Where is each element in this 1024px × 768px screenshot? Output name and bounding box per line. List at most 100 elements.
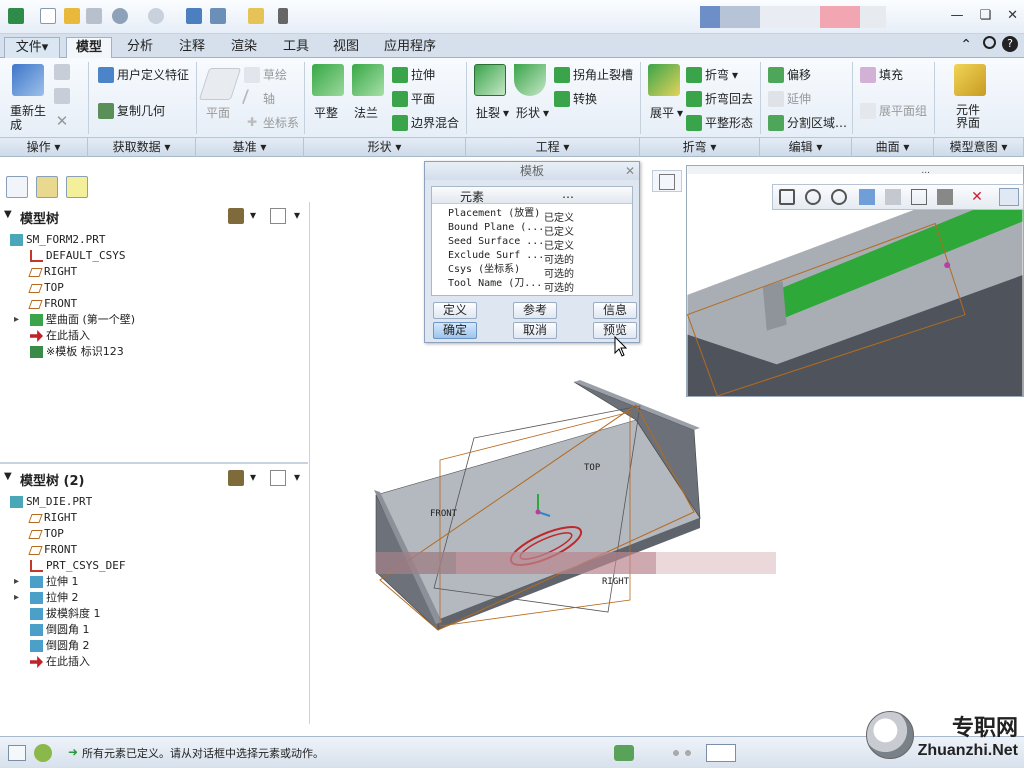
tree-item[interactable]: RIGHT bbox=[28, 264, 77, 280]
ok-button[interactable]: 确定 bbox=[433, 322, 477, 339]
tree-columns-dropdown[interactable]: ▾ bbox=[294, 470, 300, 484]
tree-columns-icon[interactable] bbox=[270, 208, 286, 224]
collapse-arrow-icon[interactable]: ▼ bbox=[4, 209, 12, 220]
tree-columns-dropdown[interactable]: ▾ bbox=[294, 208, 300, 222]
tree-item[interactable]: TOP bbox=[28, 526, 64, 542]
split-area-button[interactable]: 分割区域… bbox=[768, 114, 847, 131]
form-button[interactable]: 形状 ▾ bbox=[516, 104, 549, 121]
tree-item[interactable]: 拔模斜度 1 bbox=[30, 606, 101, 622]
undo-icon[interactable] bbox=[112, 8, 128, 24]
extend-button[interactable]: 延伸 bbox=[768, 90, 811, 107]
tab-file[interactable]: 文件▾ bbox=[4, 37, 60, 58]
tree-item[interactable]: 倒圆角 1 bbox=[30, 622, 90, 638]
tree-item[interactable]: FRONT bbox=[28, 542, 77, 558]
offset-button[interactable]: 偏移 bbox=[768, 66, 811, 83]
minimize-button[interactable]: — bbox=[950, 8, 963, 23]
tab-model[interactable]: 模型 bbox=[66, 37, 112, 58]
unbend-button[interactable]: 展平 ▾ bbox=[650, 104, 683, 121]
component-interface-icon[interactable] bbox=[954, 64, 986, 96]
tree-item[interactable]: ▸ 拉伸 1 bbox=[14, 574, 79, 590]
flat-wall-icon[interactable] bbox=[312, 64, 344, 96]
preview-window-menu[interactable]: ... bbox=[921, 166, 930, 176]
element-row[interactable]: Csys (坐标系) 可选的 bbox=[448, 263, 574, 280]
tab-analysis[interactable]: 分析 bbox=[118, 37, 162, 58]
flatten-quilt-button[interactable]: 展平面组 bbox=[860, 102, 927, 119]
bend-button[interactable]: 折弯 ▾ bbox=[686, 66, 738, 83]
tab-render[interactable]: 渲染 bbox=[222, 37, 266, 58]
user-defined-feature-button[interactable]: 用户定义特征 bbox=[98, 66, 189, 83]
element-row[interactable]: Exclude Surf ...可选的 bbox=[448, 249, 574, 266]
copy-icon[interactable] bbox=[54, 64, 70, 80]
flange-button[interactable]: 法兰 bbox=[354, 104, 378, 121]
plane-button[interactable]: 平面 bbox=[206, 104, 230, 121]
flat-button[interactable]: 平整 bbox=[314, 104, 338, 121]
regenerate-button[interactable]: 重新生成 bbox=[10, 104, 46, 132]
datum-display-icon[interactable]: ✕ bbox=[969, 189, 985, 205]
tree-item[interactable]: ▸ 壁曲面 (第一个壁) bbox=[14, 312, 135, 328]
group-model-intent[interactable]: 模型意图 ▾ bbox=[934, 138, 1024, 157]
redo-icon[interactable] bbox=[148, 8, 164, 24]
tree-item[interactable]: SM_FORM2.PRT bbox=[10, 232, 105, 248]
zoom-out-icon[interactable] bbox=[831, 189, 847, 205]
group-datum[interactable]: 基准 ▾ bbox=[196, 138, 304, 157]
tree-item[interactable]: 倒圆角 2 bbox=[30, 638, 90, 654]
group-surfaces[interactable]: 曲面 ▾ bbox=[852, 138, 934, 157]
bend-back-button[interactable]: 折弯回去 bbox=[686, 90, 753, 107]
fill-button[interactable]: 填充 bbox=[860, 66, 903, 83]
cancel-button[interactable]: 取消 bbox=[513, 322, 557, 339]
component-interface-button[interactable]: 元件 界面 bbox=[956, 104, 980, 130]
plane-icon[interactable] bbox=[198, 68, 242, 100]
named-view-icon[interactable] bbox=[659, 174, 675, 190]
rip-icon[interactable] bbox=[474, 64, 506, 96]
tree-item[interactable]: PRT_CSYS_DEF bbox=[30, 558, 125, 574]
sketch-button[interactable]: 草绘 bbox=[244, 66, 287, 83]
copy-geometry-button[interactable]: 复制几何 bbox=[98, 102, 165, 119]
tree-item[interactable]: DEFAULT_CSYS bbox=[30, 248, 125, 264]
tree-item[interactable]: RIGHT bbox=[28, 510, 77, 526]
display-style-icon[interactable] bbox=[885, 189, 901, 205]
convert-button[interactable]: 转换 bbox=[554, 90, 597, 107]
search-icon[interactable] bbox=[983, 36, 996, 49]
tree-settings-icon[interactable] bbox=[228, 470, 244, 486]
close-button[interactable]: ✕ bbox=[1007, 8, 1018, 23]
folder-browser-tab-icon[interactable] bbox=[36, 176, 58, 198]
favorites-tab-icon[interactable] bbox=[66, 176, 88, 198]
collapse-arrow-icon[interactable]: ▼ bbox=[4, 471, 12, 482]
group-operations[interactable]: 操作 ▾ bbox=[0, 138, 88, 157]
save-icon[interactable] bbox=[86, 8, 102, 24]
view-manager-icon[interactable] bbox=[937, 189, 953, 205]
close-window-icon[interactable] bbox=[248, 8, 264, 24]
open-folder-icon[interactable] bbox=[64, 8, 80, 24]
saved-views-icon[interactable] bbox=[911, 189, 927, 205]
tab-annotate[interactable]: 注释 bbox=[170, 37, 214, 58]
customize-qat-icon[interactable] bbox=[278, 8, 288, 24]
axis-button[interactable]: 轴 bbox=[241, 88, 275, 109]
paste-icon[interactable] bbox=[54, 88, 70, 104]
define-button[interactable]: 定义 bbox=[433, 302, 477, 319]
tree-settings-dropdown[interactable]: ▾ bbox=[250, 470, 256, 484]
planar-button[interactable]: 平面 bbox=[392, 90, 435, 107]
element-row[interactable]: Placement (放置) 已定义 bbox=[448, 207, 574, 224]
column-header-element[interactable]: 元素 bbox=[460, 188, 484, 205]
nav-toggle-icon[interactable] bbox=[8, 745, 26, 761]
regenerate-icon[interactable] bbox=[186, 8, 202, 24]
repaint-icon[interactable] bbox=[859, 189, 875, 205]
delete-icon[interactable]: ✕ bbox=[54, 112, 70, 130]
column-header-info[interactable]: … bbox=[562, 187, 574, 201]
regen-status-icon[interactable] bbox=[706, 744, 736, 762]
tree-item[interactable]: TOP bbox=[28, 280, 64, 296]
tree-item[interactable]: SM_DIE.PRT bbox=[10, 494, 92, 510]
group-shapes[interactable]: 形状 ▾ bbox=[304, 138, 466, 157]
tree-settings-icon[interactable] bbox=[228, 208, 244, 224]
help-icon[interactable]: ? bbox=[1002, 36, 1018, 52]
zoom-fit-icon[interactable] bbox=[779, 189, 795, 205]
tree-item[interactable]: FRONT bbox=[28, 296, 77, 312]
windows-icon[interactable] bbox=[210, 8, 226, 24]
group-get-data[interactable]: 获取数据 ▾ bbox=[88, 138, 196, 157]
extrude-button[interactable]: 拉伸 bbox=[392, 66, 435, 83]
tree-item[interactable]: ※模板 标识123 bbox=[30, 344, 124, 360]
dialog-close-button[interactable]: ✕ bbox=[625, 162, 635, 180]
expand-arrow-icon[interactable]: ▸ bbox=[14, 312, 19, 328]
flat-state-button[interactable]: 平整形态 bbox=[686, 114, 753, 131]
restore-button[interactable]: ❏ bbox=[979, 8, 991, 23]
